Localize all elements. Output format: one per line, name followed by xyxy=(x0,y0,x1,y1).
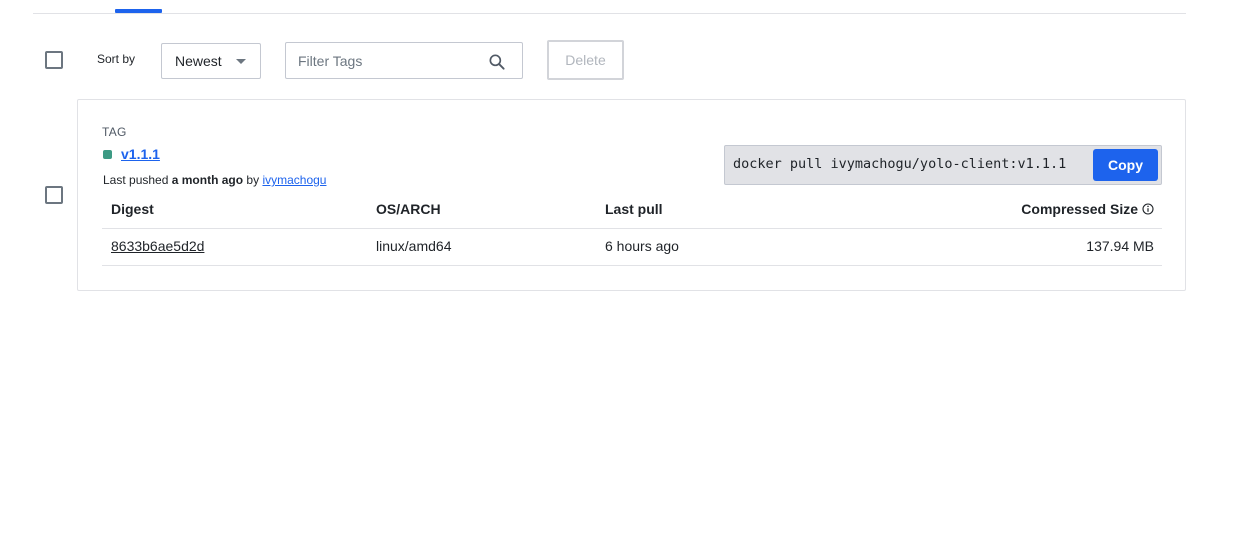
pushed-by-user-link[interactable]: ivymachogu xyxy=(262,173,326,187)
os-arch-value: linux/amd64 xyxy=(376,238,452,254)
digest-table: Digest OS/ARCH Last pull Compressed Size… xyxy=(102,192,1162,266)
delete-button[interactable]: Delete xyxy=(547,40,624,80)
info-icon[interactable] xyxy=(1142,203,1154,215)
last-pull-value: 6 hours ago xyxy=(605,238,679,254)
tag-status-dot xyxy=(103,150,112,159)
pushed-prefix: Last pushed xyxy=(103,173,169,187)
header-last-pull: Last pull xyxy=(605,201,663,217)
table-header-row: Digest OS/ARCH Last pull Compressed Size xyxy=(102,192,1162,229)
tags-toolbar: Sort by Newest Delete xyxy=(0,40,1250,80)
select-all-checkbox[interactable] xyxy=(45,51,63,69)
filter-tags-field xyxy=(285,42,523,79)
filter-tags-input[interactable] xyxy=(298,51,478,71)
tag-card: TAG v1.1.1 Last pushed a month ago by iv… xyxy=(77,99,1186,291)
header-compressed-size: Compressed Size xyxy=(1021,201,1154,217)
search-icon[interactable] xyxy=(487,52,507,72)
pushed-when: a month ago xyxy=(171,173,244,187)
tag-row-checkbox[interactable] xyxy=(45,186,63,204)
table-row: 8633b6ae5d2d linux/amd64 6 hours ago 137… xyxy=(102,229,1162,266)
compressed-size-value: 137.94 MB xyxy=(1086,238,1154,254)
pull-command: docker pull ivymachogu/yolo-client:v1.1.… xyxy=(733,156,1067,172)
header-compressed-size-label: Compressed Size xyxy=(1021,201,1138,217)
copy-button[interactable]: Copy xyxy=(1093,149,1158,181)
header-digest: Digest xyxy=(111,201,154,217)
pull-command-box: docker pull ivymachogu/yolo-client:v1.1.… xyxy=(724,145,1162,185)
sort-value: Newest xyxy=(175,53,222,69)
tabs-bar xyxy=(33,0,1186,14)
active-tab-indicator xyxy=(115,9,162,13)
tag-heading: TAG xyxy=(102,125,127,139)
header-os-arch: OS/ARCH xyxy=(376,201,441,217)
last-pushed-line: Last pushed a month ago by ivymachogu xyxy=(103,173,326,187)
sort-select[interactable]: Newest xyxy=(161,43,261,79)
tag-name-link[interactable]: v1.1.1 xyxy=(121,146,160,162)
digest-link[interactable]: 8633b6ae5d2d xyxy=(111,238,204,254)
sort-label: Sort by xyxy=(97,52,136,66)
chevron-down-icon xyxy=(236,59,246,64)
pushed-by-word: by xyxy=(246,173,260,187)
